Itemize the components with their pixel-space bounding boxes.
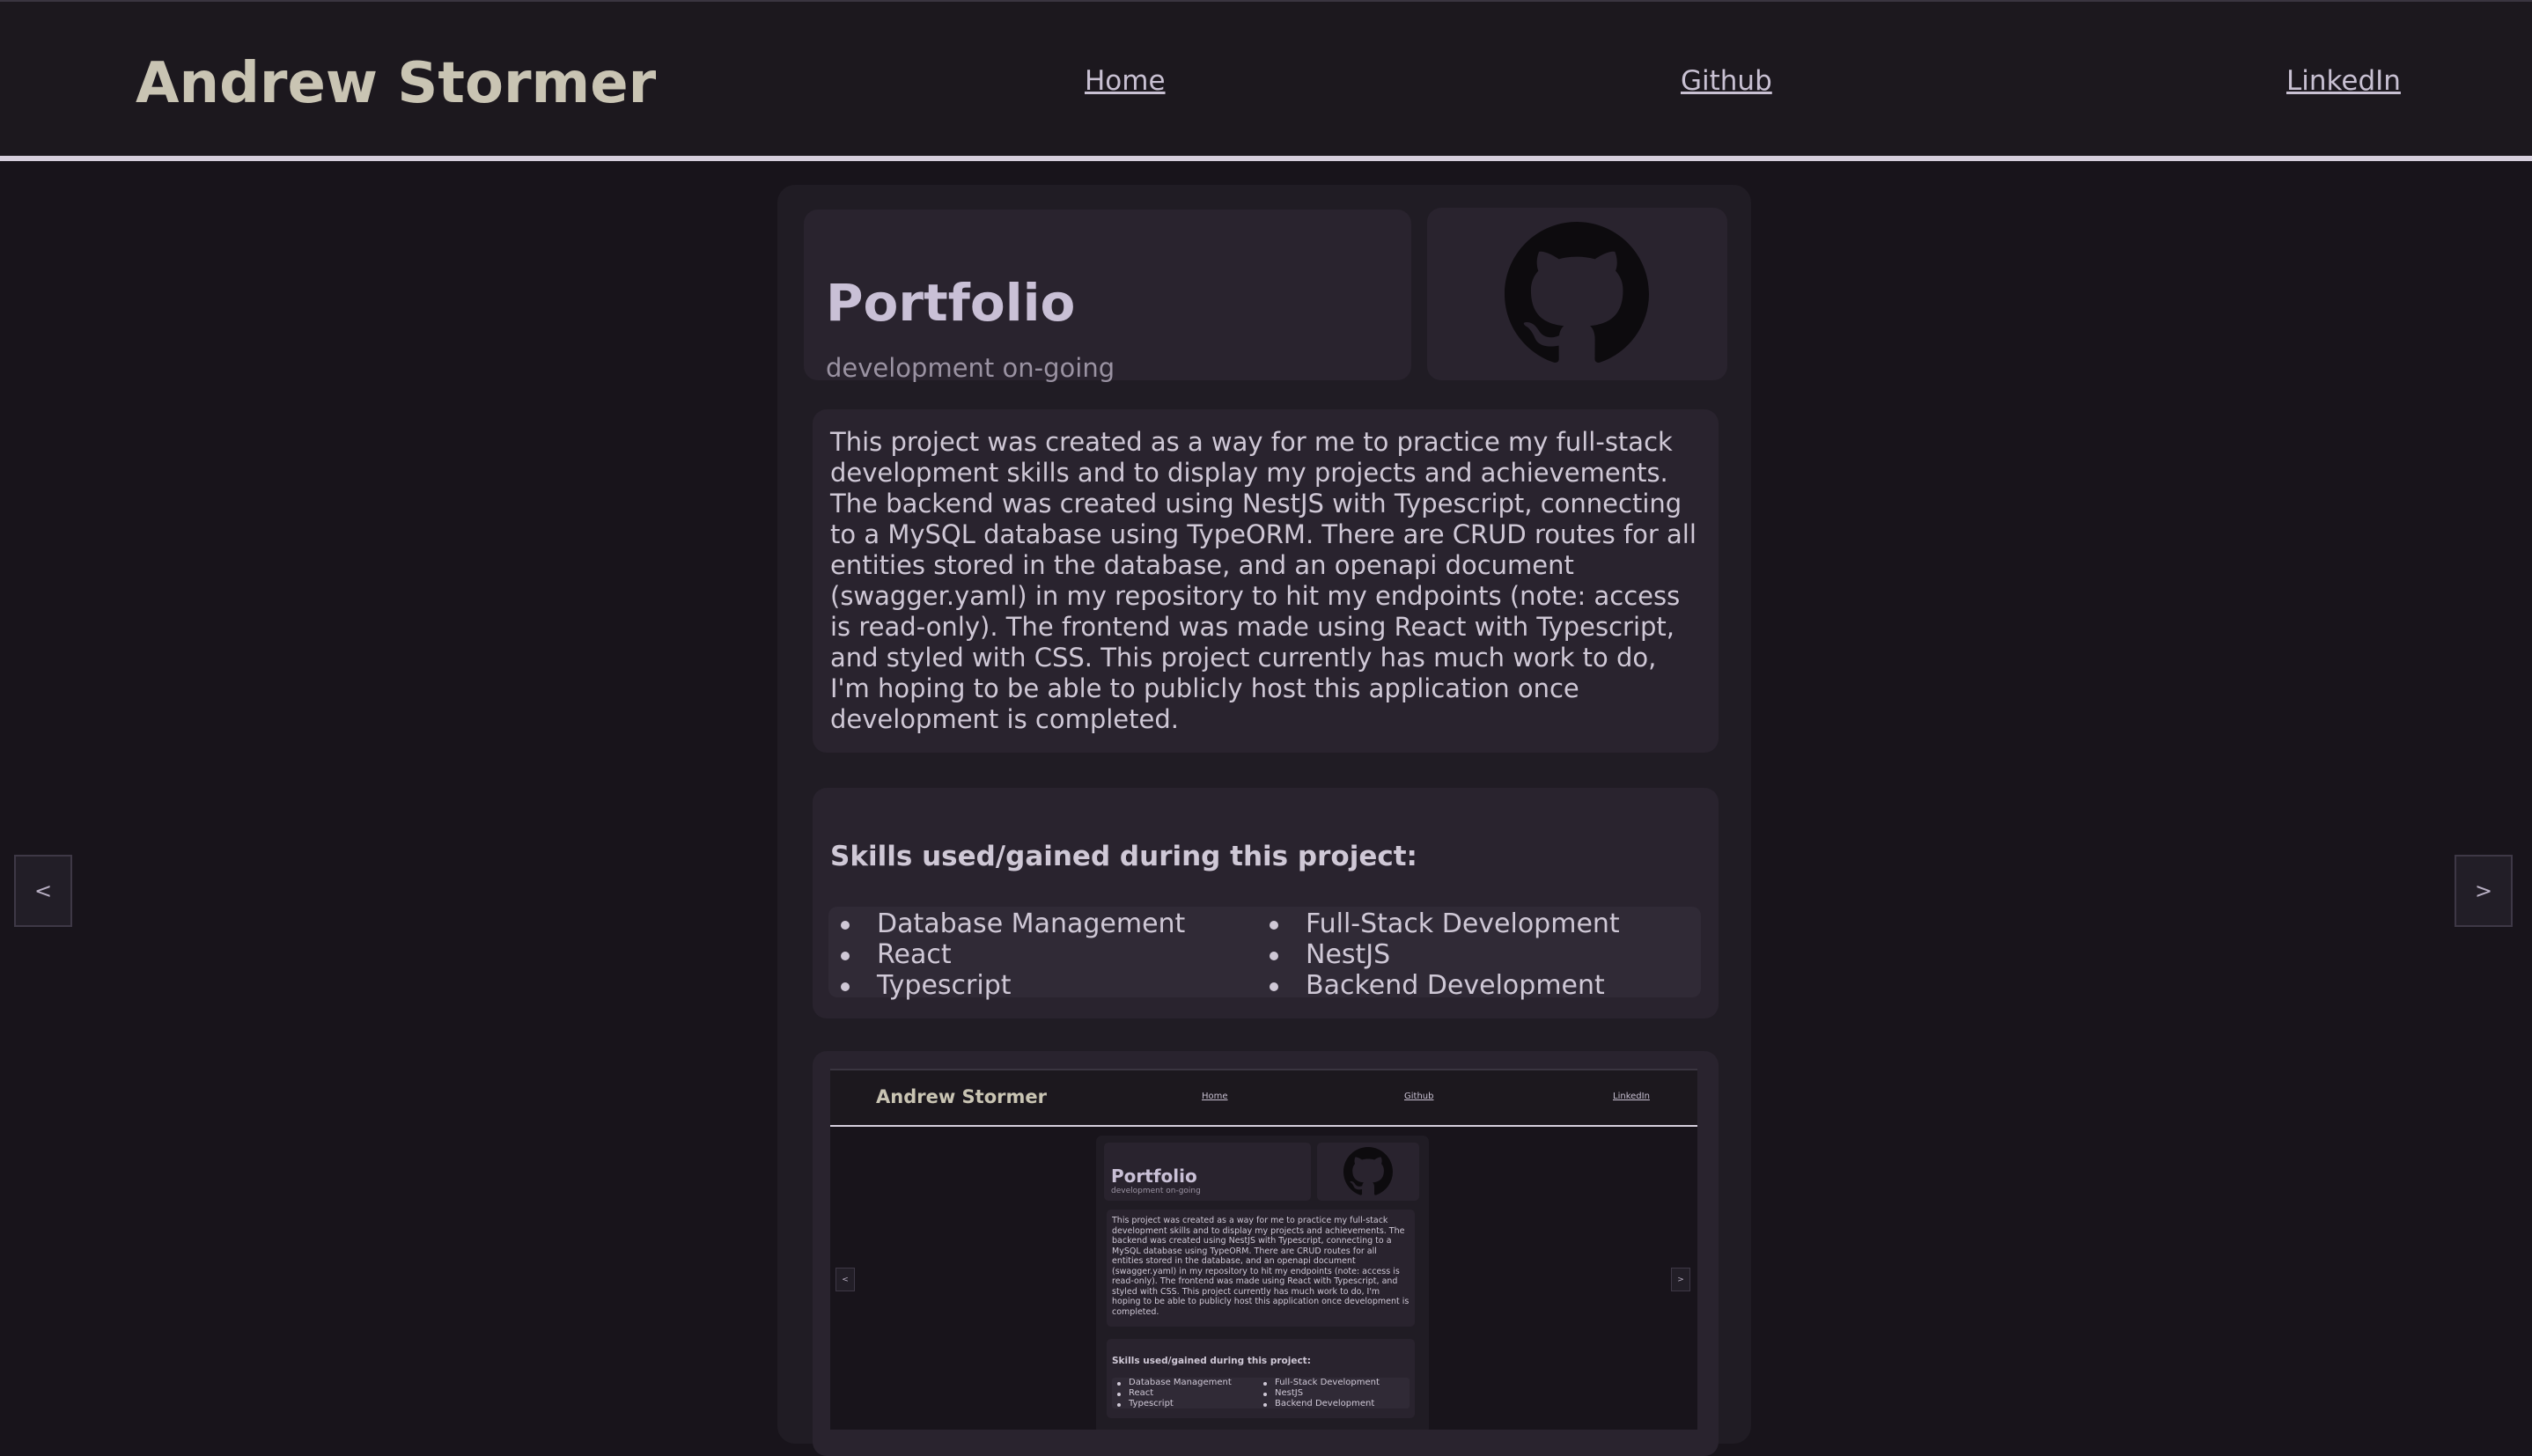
nav-link-linkedin[interactable]: LinkedIn [2286,65,2401,97]
site-brand[interactable]: Andrew Stormer [136,51,656,116]
screenshot-nav-github: Github [1404,1092,1434,1101]
screenshot-description-panel: This project was created as a way for me… [1107,1210,1415,1327]
project-repo-link[interactable] [1427,208,1727,380]
prev-project-button[interactable]: < [14,855,72,927]
screenshot-prev-arrow: < [835,1268,855,1291]
skill-item: Typescript [841,970,1012,1001]
project-screenshot: Andrew Stormer Home Github LinkedIn < > … [830,1069,1697,1430]
next-project-button[interactable]: > [2455,855,2513,927]
screenshot-subtitle: development on-going [1111,1187,1201,1195]
screenshot-nav-linkedin: LinkedIn [1613,1092,1650,1101]
project-subtitle: development on-going [826,353,1115,383]
github-icon [1343,1147,1393,1195]
screenshot-nav-home: Home [1202,1092,1228,1101]
skills-heading: Skills used/gained during this project: [830,841,1417,872]
screenshot-header: Andrew Stormer Home Github LinkedIn [830,1070,1697,1127]
screenshot-title-panel: Portfolio development on-going [1104,1143,1311,1201]
screenshot-skills-heading: Skills used/gained during this project: [1112,1356,1311,1366]
screenshot-card: Portfolio development on-going This proj… [1096,1136,1429,1430]
nav-link-home[interactable]: Home [1085,65,1166,97]
screenshot-skill-item: React [1116,1388,1154,1398]
github-icon [1505,222,1649,363]
screenshot-skill-item: Database Management [1117,1378,1232,1387]
screenshot-brand: Andrew Stormer [876,1086,1047,1107]
screenshot-next-arrow: > [1671,1268,1690,1291]
skill-item: React [841,939,952,970]
skill-item: Backend Development [1270,970,1605,1001]
skill-item: Full-Stack Development [1270,908,1620,939]
skill-item: Database Management [840,908,1186,939]
screenshot-title: Portfolio [1111,1166,1197,1187]
screenshot-skill-item: Full-Stack Development [1263,1378,1380,1387]
screenshot-skill-item: Typescript [1117,1399,1174,1408]
project-title-panel: Portfolio development on-going [804,210,1411,383]
screenshot-skill-item: NestJS [1262,1388,1304,1398]
screenshot-description: This project was created as a way for me… [1112,1216,1410,1317]
site-header: Andrew Stormer Home Github LinkedIn [0,0,2532,161]
screenshot-icon-panel [1317,1143,1419,1201]
project-description-panel: This project was created as a way for me… [813,409,1719,753]
skills-list: Database Management React Typescript Ful… [828,907,1701,1001]
project-description: This project was created as a way for me… [830,427,1697,734]
skills-panel: Skills used/gained during this project: … [813,788,1719,1018]
screenshot-skills-list: Database Management React Typescript Ful… [1112,1378,1410,1408]
nav-link-github[interactable]: Github [1681,65,1772,97]
project-title: Portfolio [826,273,1076,333]
screenshot-skills-panel: Skills used/gained during this project: … [1107,1339,1415,1418]
skill-item: NestJS [1269,939,1391,970]
screenshot-skill-item: Backend Development [1262,1399,1375,1408]
